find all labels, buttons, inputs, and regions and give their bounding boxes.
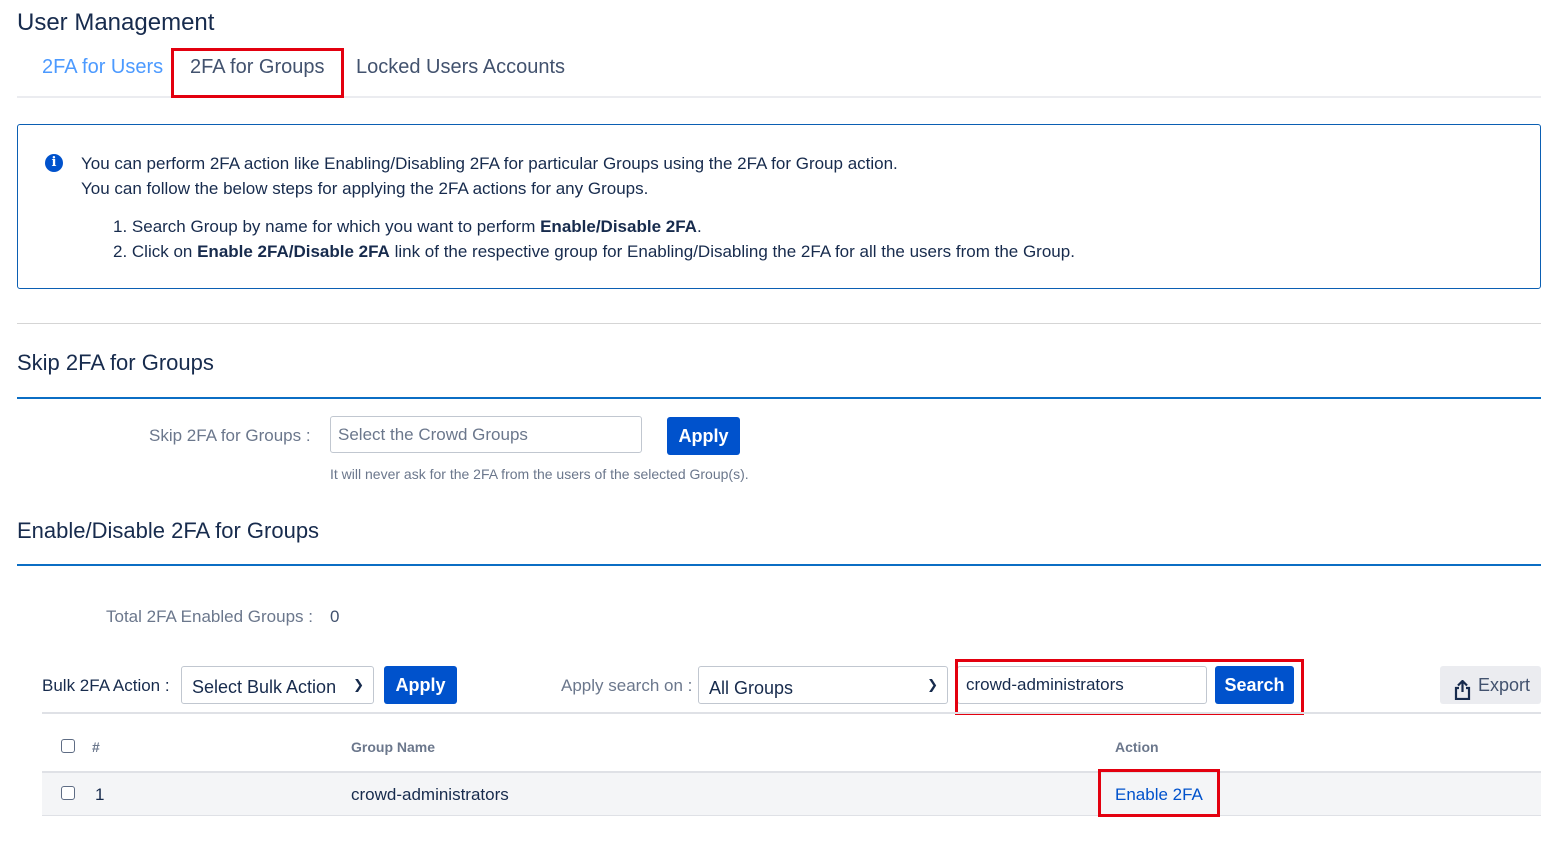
export-button[interactable]: Export [1440, 666, 1541, 704]
skip-apply-button[interactable]: Apply [667, 417, 740, 455]
info-icon: i [45, 154, 63, 172]
step-1-text: 1. Search Group by name for which you wa… [113, 217, 541, 236]
chevron-down-icon: ❯ [353, 677, 364, 692]
row-number: 1 [95, 785, 105, 804]
search-scope-select[interactable]: All Groups ❯ [698, 666, 948, 704]
info-step-2: 2. Click on Enable 2FA/Disable 2FA link … [113, 242, 1075, 262]
tab-bar: 2FA for Users 2FA for Groups Locked User… [17, 48, 1541, 98]
section-rule [17, 397, 1541, 399]
skip-section-title: Skip 2FA for Groups [17, 350, 214, 375]
group-search-input[interactable]: crowd-administrators [957, 666, 1207, 704]
column-header-action: Action [1115, 739, 1159, 755]
step-1-bold: Enable/Disable 2FA [540, 217, 697, 236]
table-row [42, 771, 1541, 816]
step-2-bold: Enable 2FA/Disable 2FA [197, 242, 390, 261]
info-text-line-1: You can perform 2FA action like Enabling… [81, 154, 898, 173]
row-group-name: crowd-administrators [351, 785, 509, 804]
skip-groups-input[interactable]: Select the Crowd Groups [330, 416, 642, 453]
skip-groups-label: Skip 2FA for Groups : [149, 426, 311, 445]
search-on-label: Apply search on : [561, 676, 693, 695]
tab-locked-users-accounts[interactable]: Locked Users Accounts [356, 56, 565, 79]
bulk-action-value: Select Bulk Action [192, 677, 337, 697]
enable-section-title: Enable/Disable 2FA for Groups [17, 518, 320, 543]
info-step-1: 1. Search Group by name for which you wa… [113, 217, 702, 237]
info-text-line-2: You can follow the below steps for apply… [81, 179, 649, 198]
bulk-apply-button[interactable]: Apply [384, 666, 457, 704]
total-enabled-value: 0 [330, 607, 340, 626]
step-2-text: 2. Click on [113, 242, 198, 261]
enable-2fa-link[interactable]: Enable 2FA [1115, 785, 1203, 805]
section-rule [17, 564, 1541, 566]
column-header-number: # [92, 739, 100, 755]
column-header-group-name[interactable]: Group Name [351, 739, 435, 755]
chevron-down-icon: ❯ [927, 677, 938, 692]
select-all-checkbox[interactable] [61, 739, 75, 753]
share-export-icon [1454, 675, 1471, 713]
table-divider [42, 712, 1541, 714]
search-button[interactable]: Search [1215, 666, 1294, 704]
bulk-action-label: Bulk 2FA Action : [42, 676, 170, 695]
row-checkbox[interactable] [61, 786, 75, 800]
divider [17, 323, 1541, 324]
info-panel: i You can perform 2FA action like Enabli… [17, 124, 1541, 289]
step-1-suffix: . [696, 217, 702, 236]
export-label: Export [1478, 675, 1531, 695]
total-enabled-label: Total 2FA Enabled Groups : [106, 607, 313, 626]
tab-2fa-for-users[interactable]: 2FA for Users [42, 56, 163, 79]
skip-help-text: It will never ask for the 2FA from the u… [330, 466, 749, 482]
tab-2fa-for-groups[interactable]: 2FA for Groups [190, 56, 325, 79]
step-2-suffix: link of the respective group for Enablin… [389, 242, 1075, 261]
search-scope-value: All Groups [709, 678, 794, 698]
bulk-action-select[interactable]: Select Bulk Action ❯ [181, 666, 374, 704]
page-title: User Management [17, 9, 215, 36]
